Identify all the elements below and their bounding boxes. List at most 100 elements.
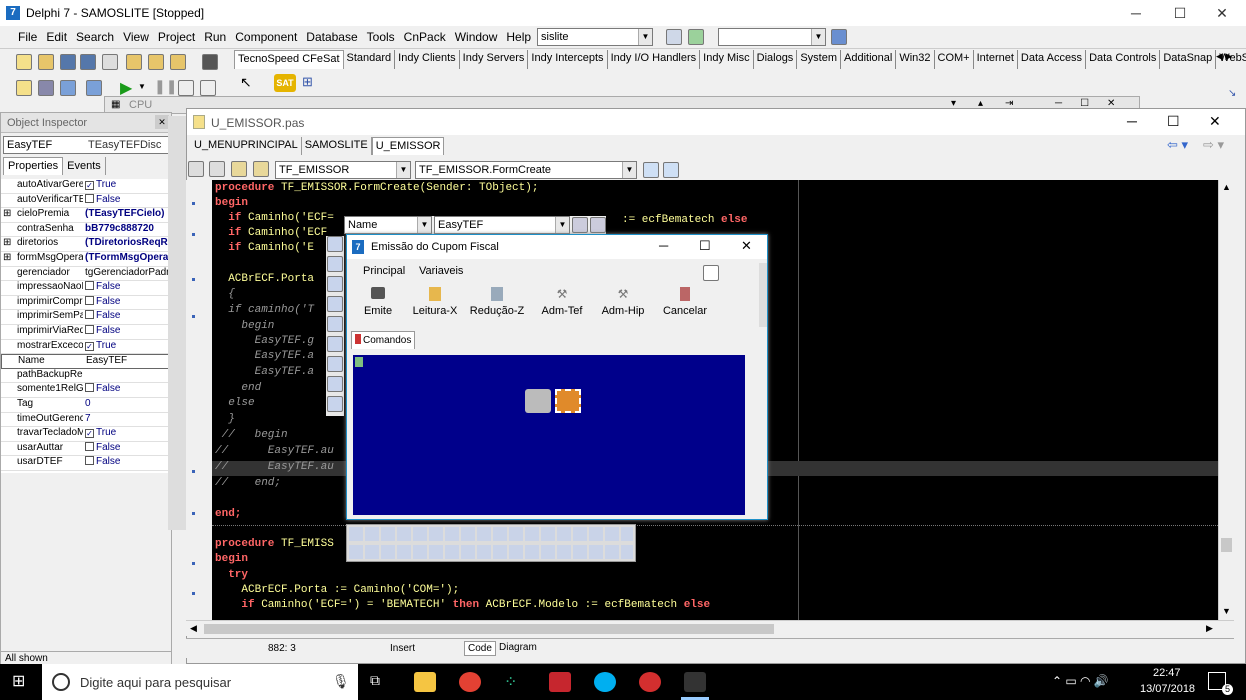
tool-icon[interactable]	[327, 376, 343, 392]
class-combo[interactable]: TF_EMISSOR ▼	[275, 161, 411, 179]
dx-icon[interactable]	[639, 672, 661, 692]
checkbox-icon[interactable]	[85, 295, 94, 305]
oi-row-contrasenha[interactable]: contraSenha bB779c888720	[1, 223, 171, 238]
new-form-icon[interactable]	[86, 80, 102, 96]
form-designer-window[interactable]: 7 Emissão do Cupom Fiscal ─ ☐ ✕ Principa…	[346, 234, 768, 520]
pointer-icon[interactable]: ↖	[240, 74, 252, 91]
oi-prop-value[interactable]: False	[85, 193, 171, 205]
oi-prop-value[interactable]: False	[85, 441, 171, 453]
tool-icon[interactable]	[327, 276, 343, 292]
chevron-down-icon[interactable]: ▼	[417, 217, 431, 233]
toggle-form-icon[interactable]	[60, 80, 76, 96]
oi-prop-value[interactable]: (TDiretoriosReqRes)	[85, 237, 171, 248]
tray-icons[interactable]: ⌃ ▭ ◠ 🔊	[1052, 674, 1109, 688]
oi-prop-value[interactable]: False	[85, 383, 171, 394]
oi-row-tag[interactable]: Tag 0	[1, 398, 171, 413]
scroll-left-icon[interactable]: ◀	[190, 623, 197, 634]
chevron-down-icon[interactable]: ▼	[638, 29, 652, 45]
design-scrollbar[interactable]	[747, 355, 761, 515]
oi-prop-value[interactable]: bB779c888720	[85, 223, 171, 234]
scroll-down-icon[interactable]: ▼	[1222, 606, 1231, 616]
tool-icon[interactable]	[327, 296, 343, 312]
palette-tab[interactable]: Additional	[841, 50, 897, 69]
menu-database[interactable]: Database	[306, 30, 357, 44]
oi-row-mostrarexcecoe[interactable]: mostrarExcecoe ✓ True	[1, 340, 171, 355]
tool-icon[interactable]	[327, 316, 343, 332]
view-unit-icon[interactable]	[16, 80, 32, 96]
desktop-save-icon[interactable]	[666, 29, 682, 45]
palette-tab[interactable]: Indy Misc	[700, 50, 754, 69]
oi-object-combo[interactable]: EasyTEF TEasyTEFDisc	[3, 136, 169, 154]
oi-row-travartecladom[interactable]: travarTecladoM ✓ True	[1, 427, 171, 442]
chevron-down-icon[interactable]: ▼	[138, 82, 146, 91]
tab-comandos[interactable]: Comandos	[351, 331, 416, 349]
tab-u-menuprincipal[interactable]: U_MENUPRINCIPAL	[191, 137, 302, 155]
pause-icon[interactable]: ❚❚	[154, 78, 177, 95]
checkbox-icon[interactable]	[85, 325, 94, 334]
checkbox-icon[interactable]	[85, 456, 94, 466]
desktop-set-icon[interactable]	[688, 29, 704, 45]
oi-row-autoativargere[interactable]: autoAtivarGere ✓ True	[1, 179, 171, 194]
adm-hip-button[interactable]: ⚒ Adm-Hip	[597, 287, 649, 317]
dots-app-icon[interactable]: ⁘	[504, 672, 526, 692]
vertical-scrollbar[interactable]: ▲ ▼	[1218, 180, 1234, 620]
oi-row-cielopremia[interactable]: ⊞ cieloPremia (TEasyTEFCielo)	[1, 208, 171, 223]
menu-view[interactable]: View	[123, 30, 149, 44]
palette-tab[interactable]: Win32	[896, 50, 935, 69]
minimize-button[interactable]: ─	[1114, 0, 1158, 26]
oi-row-pathbackupre[interactable]: pathBackupRe	[1, 369, 171, 384]
design-panel[interactable]	[353, 355, 745, 515]
checkbox-icon[interactable]	[85, 441, 94, 451]
align-row-1[interactable]	[349, 527, 633, 541]
tool-icon[interactable]	[327, 396, 343, 412]
leitura-x-button[interactable]: Leitura-X	[409, 287, 461, 317]
save-all-icon[interactable]	[80, 54, 96, 70]
config-combo[interactable]: sislite ▼	[537, 28, 653, 46]
menu-component[interactable]: Component	[235, 30, 297, 44]
tab-code[interactable]: Code	[464, 641, 496, 656]
checkbox-icon[interactable]: ✓	[85, 429, 94, 439]
help-icon[interactable]	[170, 54, 186, 70]
oi-prop-value[interactable]: tgGerenciadorPadr	[85, 267, 171, 278]
oi-prop-value[interactable]: ✓ True	[85, 340, 171, 351]
menu-run[interactable]: Run	[204, 30, 226, 44]
oi-row-usarauttar[interactable]: usarAuttar False	[1, 441, 171, 457]
tab-samoslite[interactable]: SAMOSLITE	[302, 137, 372, 155]
form-close-button[interactable]: ✕	[741, 238, 752, 254]
adm-tef-button[interactable]: ⚒ Adm-Tef	[537, 287, 587, 317]
delphi-taskbar-icon[interactable]	[684, 672, 706, 692]
microphone-icon[interactable]: 🎙	[332, 673, 350, 690]
palette-tab[interactable]: Standard	[343, 50, 396, 69]
oi-prop-value[interactable]: ✓ True	[85, 179, 171, 190]
oi-prop-value[interactable]: (TFormMsgOpera)	[85, 252, 171, 263]
oi-prop-value[interactable]: 0	[85, 398, 171, 409]
form-minimize-button[interactable]: ─	[659, 238, 668, 253]
palette-tab[interactable]: Indy I/O Handlers	[607, 50, 701, 69]
easytef-component-icon[interactable]	[555, 389, 581, 413]
palette-tab[interactable]: Indy Clients	[395, 50, 460, 69]
tab-diagram[interactable]: Diagram	[496, 641, 540, 654]
form-scrollbar[interactable]	[759, 263, 767, 327]
clock-date[interactable]: 13/07/2018	[1140, 683, 1195, 695]
palette-tab[interactable]: Internet	[973, 50, 1018, 69]
editor-nav-icon[interactable]	[188, 161, 204, 177]
property-name-combo[interactable]: Name ▼	[344, 216, 432, 234]
taskbar-search[interactable]: Digite aqui para pesquisar 🎙	[42, 664, 358, 700]
oi-prop-value[interactable]: False	[85, 281, 171, 292]
chevron-down-icon[interactable]: ▼	[622, 162, 636, 178]
tool-icon[interactable]	[327, 336, 343, 352]
palette-tab[interactable]: Indy Servers	[459, 50, 529, 69]
oi-row-timeoutgerenc[interactable]: timeOutGerenc 7	[1, 413, 171, 428]
editor-maximize-button[interactable]: ☐	[1167, 113, 1180, 130]
oi-row-name[interactable]: Name EasyTEF	[1, 354, 171, 369]
oi-row-gerenciador[interactable]: gerenciador tgGerenciadorPadr	[1, 267, 171, 282]
back-icon[interactable]: ⇦ ▾	[1167, 137, 1188, 153]
oi-row-imprimirviaredu[interactable]: imprimirViaRedu False	[1, 325, 171, 340]
palette-tab[interactable]: COM+	[934, 50, 974, 69]
debug-icon[interactable]	[831, 29, 847, 45]
palette-tab[interactable]: DataSnap	[1160, 50, 1217, 69]
cancelar-button[interactable]: Cancelar	[661, 287, 709, 317]
oi-row-diretorios[interactable]: ⊞ diretorios (TDiretoriosReqRes)	[1, 237, 171, 252]
chrome-icon[interactable]	[459, 672, 481, 692]
oi-close-icon[interactable]: ✕	[155, 115, 169, 129]
